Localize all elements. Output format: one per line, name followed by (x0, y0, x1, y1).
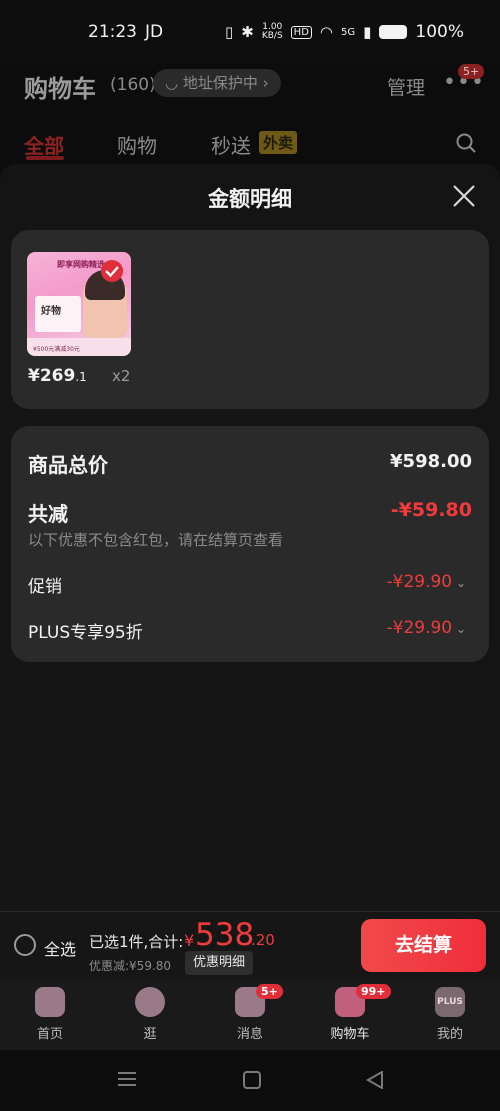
total-amount: 538 (195, 917, 255, 953)
tab-instant[interactable]: 秒送 (211, 130, 251, 159)
status-bar: 21:23 JD ▯ ✱ 1.00 KB/S HD ◠ 5G ▮ 100% (0, 0, 500, 64)
discount-summary: 优惠减:¥59.80 (89, 959, 172, 973)
back-icon[interactable] (366, 1071, 384, 1089)
tab-browse[interactable]: 逛 (120, 987, 180, 1042)
cart-title: 购物车 (24, 75, 96, 103)
vibrate-icon: ▯ (225, 23, 234, 41)
checkout-button[interactable]: 去结算 (361, 919, 486, 972)
total-value: ¥598.00 (390, 451, 472, 472)
plus-row[interactable]: -¥29.90 ⌄ (387, 618, 467, 638)
close-icon[interactable] (452, 184, 476, 208)
checkmark-icon (101, 260, 123, 282)
item-price-int: ¥269 (28, 366, 76, 386)
cart-badge: 99+ (356, 984, 391, 999)
manage-button[interactable]: 管理 (387, 73, 425, 100)
sheet-title: 金额明细 (208, 187, 292, 211)
protect-icon: ◡ (165, 74, 183, 92)
home-nav-icon[interactable] (243, 1071, 261, 1089)
discount-note: 以下优惠不包含红包，请在结算页查看 (28, 531, 284, 549)
home-icon (35, 987, 65, 1017)
discount-value: -¥59.80 (390, 499, 472, 521)
plus-member-icon: PLUS (435, 987, 465, 1017)
address-protect-pill[interactable]: ◡ 地址保护中 › (153, 69, 281, 97)
chevron-down-icon: ⌄ (452, 576, 466, 590)
tab-messages-label: 消息 (236, 1027, 263, 1042)
net-speed-unit: KB/S (261, 31, 283, 41)
battery-level: 100% (415, 22, 464, 42)
discount-label: 共减 (28, 502, 68, 526)
status-time: 21:23 (88, 22, 137, 42)
tab-shopping[interactable]: 购物 (117, 130, 157, 159)
tab-cart-label: 购物车 (330, 1027, 370, 1042)
product-box-label: 好物 (41, 306, 61, 317)
thumb-footer: ¥500元满减30元 (33, 346, 80, 353)
bluetooth-icon: ✱ (241, 23, 254, 41)
more-badge: 5+ (458, 64, 485, 79)
status-icons: ▯ ✱ 1.00 KB/S HD ◠ 5G ▮ 100% (225, 22, 464, 42)
total-currency: ¥ (184, 931, 195, 950)
wifi-icon: ◠ (319, 23, 333, 41)
promo-label: 促销 (28, 577, 62, 597)
item-price-dec: .1 (75, 370, 87, 384)
waimai-badge: 外卖 (259, 131, 298, 154)
address-protect-label: 地址保护中 (182, 74, 258, 92)
select-all-label[interactable]: 全选 (44, 936, 76, 960)
net-speed: 1.00 KB/S (262, 23, 283, 41)
discount-detail-button[interactable]: 优惠明细 (185, 951, 254, 975)
tab-home-label: 首页 (36, 1027, 63, 1042)
tab-browse-label: 逛 (143, 1027, 157, 1042)
planet-icon (135, 987, 165, 1017)
item-price: ¥269.1 (28, 366, 87, 386)
cart-count: (160) (110, 75, 156, 95)
item-quantity: x2 (112, 367, 131, 385)
select-all-radio[interactable] (14, 934, 36, 956)
chevron-down-icon: ⌄ (452, 622, 466, 636)
plus-value: -¥29.90 (386, 618, 453, 638)
promo-value: -¥29.90 (386, 572, 453, 592)
thumb-title: 即享网购精选 (57, 260, 105, 269)
menu-icon[interactable] (118, 1071, 136, 1087)
chevron-right-icon: › (257, 74, 269, 92)
battery-icon (379, 25, 408, 39)
tab-mine-label: 我的 (436, 1027, 463, 1042)
tab-mine[interactable]: PLUS 我的 (420, 987, 480, 1042)
hd-icon: HD (290, 25, 312, 39)
net-type: 5G (341, 26, 356, 38)
tab-home[interactable]: 首页 (20, 987, 80, 1042)
tab-all[interactable]: 全部 (24, 130, 64, 159)
plus-label: PLUS专享95折 (28, 623, 143, 643)
selected-info: 已选1件,合计: (89, 933, 184, 951)
total-label: 商品总价 (28, 453, 108, 477)
total-decimal: .20 (251, 931, 275, 949)
promo-row[interactable]: -¥29.90 ⌄ (387, 572, 467, 592)
messages-badge: 5+ (256, 984, 283, 999)
tab-underline (26, 156, 64, 160)
status-carrier: JD (145, 22, 164, 42)
signal-icon: ▮ (363, 23, 372, 41)
search-icon[interactable] (456, 133, 476, 153)
